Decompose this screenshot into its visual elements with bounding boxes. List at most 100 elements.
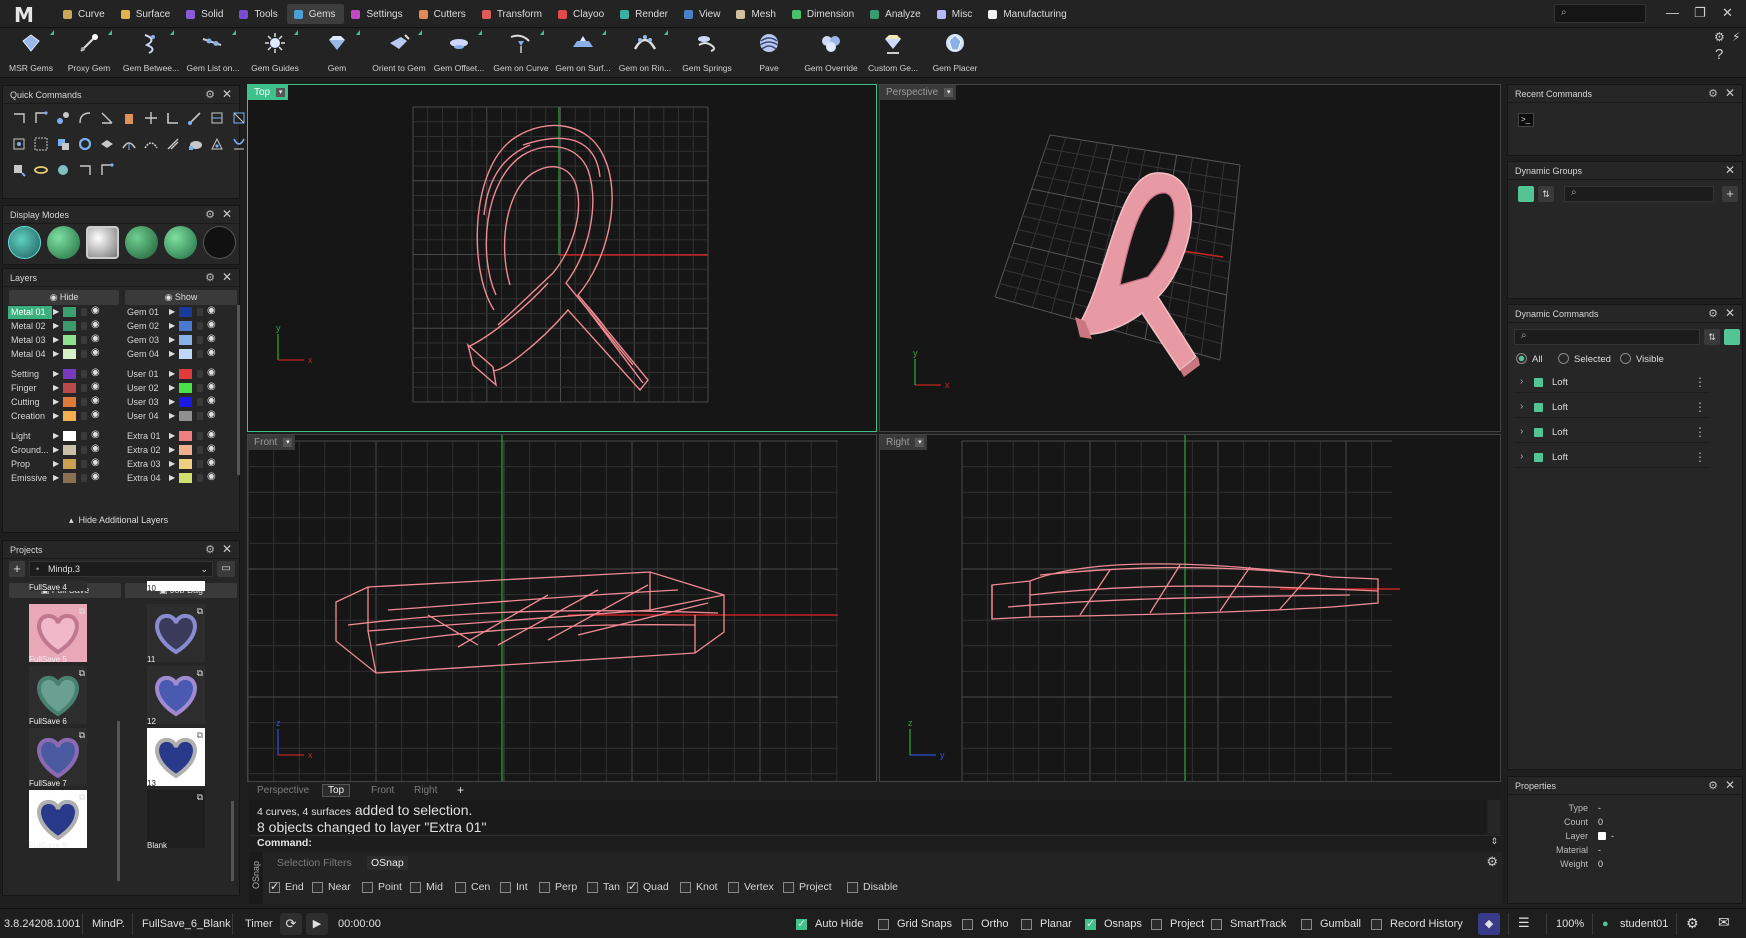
tool-gem-on-surf[interactable]: Gem on Surf... [552,28,614,78]
chevron-right-icon[interactable]: › [1520,376,1523,387]
open-external-icon[interactable]: ⧉ [197,792,203,803]
project-thumbnail[interactable]: FullSave 7 ⧉ [29,728,87,788]
add-project-button[interactable]: + [9,561,25,577]
quick-command-icon[interactable] [11,110,27,126]
layer-row[interactable]: Extra 01 ▶ ◉ [121,429,233,443]
layer-name[interactable]: Gem 03 [124,334,168,347]
viewport-right[interactable]: yz Right ▾ [879,434,1501,782]
close-icon[interactable]: ✕ [1722,5,1733,21]
chevron-right-icon[interactable]: › [1520,401,1523,412]
toggle-record-history[interactable] [1371,919,1382,930]
menu-tab-curve[interactable]: Curve [56,4,114,24]
search-input[interactable]: ⌕ [1554,4,1646,23]
lock-icon[interactable] [197,446,203,454]
eye-icon[interactable]: ◉ [91,457,100,468]
display-mode-wireframe[interactable] [8,226,41,259]
tool-gem-springs[interactable]: Gem Springs [676,28,738,78]
layers-scrollbar[interactable] [237,305,240,475]
play-icon[interactable]: ▶ [169,321,175,330]
eye-icon[interactable]: ◉ [91,443,100,454]
zoom-level[interactable]: 100% [1556,918,1584,930]
layer-color-swatch[interactable] [179,411,192,421]
eye-icon[interactable]: ◉ [91,333,100,344]
lock-icon[interactable] [81,370,87,378]
layer-row[interactable]: Extra 04 ▶ ◉ [121,471,233,485]
play-icon[interactable]: ▶ [53,321,59,330]
viewport-tab-right[interactable]: Right [414,785,437,796]
tool-proxy-gem[interactable]: Proxy Gem [58,28,120,78]
layer-name[interactable]: Gem 01 [124,306,168,319]
osnap-checkbox-perp[interactable] [539,882,550,893]
display-mode-dark[interactable] [203,226,236,259]
osnap-checkbox-project[interactable] [783,882,794,893]
toggle-project[interactable] [1151,919,1162,930]
quick-command-icon[interactable] [11,136,27,152]
osnap-checkbox-cen[interactable] [455,882,466,893]
lock-icon[interactable] [197,308,203,316]
layer-color-swatch[interactable] [63,335,76,345]
dynamic-command-row[interactable]: › Loft ⋮ [1514,423,1710,443]
user-name[interactable]: student01 [1620,918,1668,930]
tool-gem-placer[interactable]: Gem Placer [924,28,986,78]
quick-command-icon[interactable] [99,162,115,178]
toggle-ortho[interactable] [962,919,973,930]
file-label[interactable]: FullSave_6_Blank [142,918,231,930]
layer-name[interactable]: Extra 01 [124,430,168,443]
gear-icon[interactable]: ⚙ [205,88,215,101]
lock-icon[interactable] [197,370,203,378]
play-icon[interactable]: ▶ [169,383,175,392]
tool-gem[interactable]: Gem [306,28,368,78]
toggle-planar[interactable] [1021,919,1032,930]
display-mode-shaded[interactable] [47,226,80,259]
layer-color-swatch[interactable] [63,321,76,331]
project-thumbnail[interactable]: Blank ⧉ [147,790,205,850]
pin-icon[interactable]: ⚡ [1732,30,1740,44]
play-icon[interactable]: ▶ [53,349,59,358]
play-icon[interactable]: ▶ [53,335,59,344]
menu-tab-tools[interactable]: Tools [232,4,286,24]
layer-row[interactable]: Creation ▶ ◉ [5,409,117,423]
project-thumbnail[interactable]: 12 ⧉ [147,666,205,726]
layer-row[interactable]: Ground... ▶ ◉ [5,443,117,457]
lock-icon[interactable] [81,384,87,392]
close-icon[interactable]: ✕ [222,207,232,221]
terminal-icon[interactable]: >_ [1518,113,1534,127]
projects-scrollbar[interactable] [231,801,234,881]
eye-icon[interactable]: ◉ [207,457,216,468]
quick-command-icon[interactable] [121,110,137,126]
layer-name[interactable]: Ground... [8,444,52,457]
layer-name[interactable]: Creation [8,410,52,423]
layer-color-swatch[interactable] [179,383,192,393]
quick-command-icon[interactable] [55,136,71,152]
dynamic-command-row[interactable]: › Loft ⋮ [1514,448,1710,468]
lock-icon[interactable] [197,350,203,358]
layer-name[interactable]: Extra 04 [124,472,168,485]
groups-search-input[interactable]: ⌕ [1564,186,1714,202]
reset-timer-icon[interactable]: ⟳ [280,913,302,935]
menu-tab-misc[interactable]: Misc [930,4,982,24]
quick-command-icon[interactable] [77,162,93,178]
osnap-checkbox-quad[interactable] [627,880,638,893]
osnap-checkbox-tan[interactable] [587,882,598,893]
layer-row[interactable]: Emissive ▶ ◉ [5,471,117,485]
layer-color-swatch[interactable] [63,445,76,455]
layer-color-swatch[interactable] [63,369,76,379]
play-icon[interactable]: ▶ [53,431,59,440]
eye-icon[interactable]: ◉ [91,319,100,330]
layer-color-swatch[interactable] [179,369,192,379]
play-icon[interactable]: ▶ [169,459,175,468]
quick-command-icon[interactable] [77,136,93,152]
project-select[interactable]: Mindp.3 • ⌄ [29,561,213,577]
hide-layers-button[interactable]: ◉ Hide [9,290,119,305]
more-options-icon[interactable]: ⋮ [1694,450,1706,464]
tool-gem-betwee[interactable]: Gem Betwee... [120,28,182,78]
open-external-icon[interactable]: ⧉ [197,668,203,679]
chevron-updown-icon[interactable]: ⇕ [1490,836,1498,847]
layer-color-swatch[interactable] [179,397,192,407]
project-thumbnail[interactable]: FullSave 5 ⧉ [29,604,87,664]
gear-icon[interactable]: ⚙ [1686,915,1699,932]
eye-icon[interactable]: ◉ [91,381,100,392]
list-icon[interactable]: ☰ [1518,915,1530,931]
tool-gem-on-rin[interactable]: Gem on Rin... [614,28,676,78]
quick-command-icon[interactable] [209,136,225,152]
